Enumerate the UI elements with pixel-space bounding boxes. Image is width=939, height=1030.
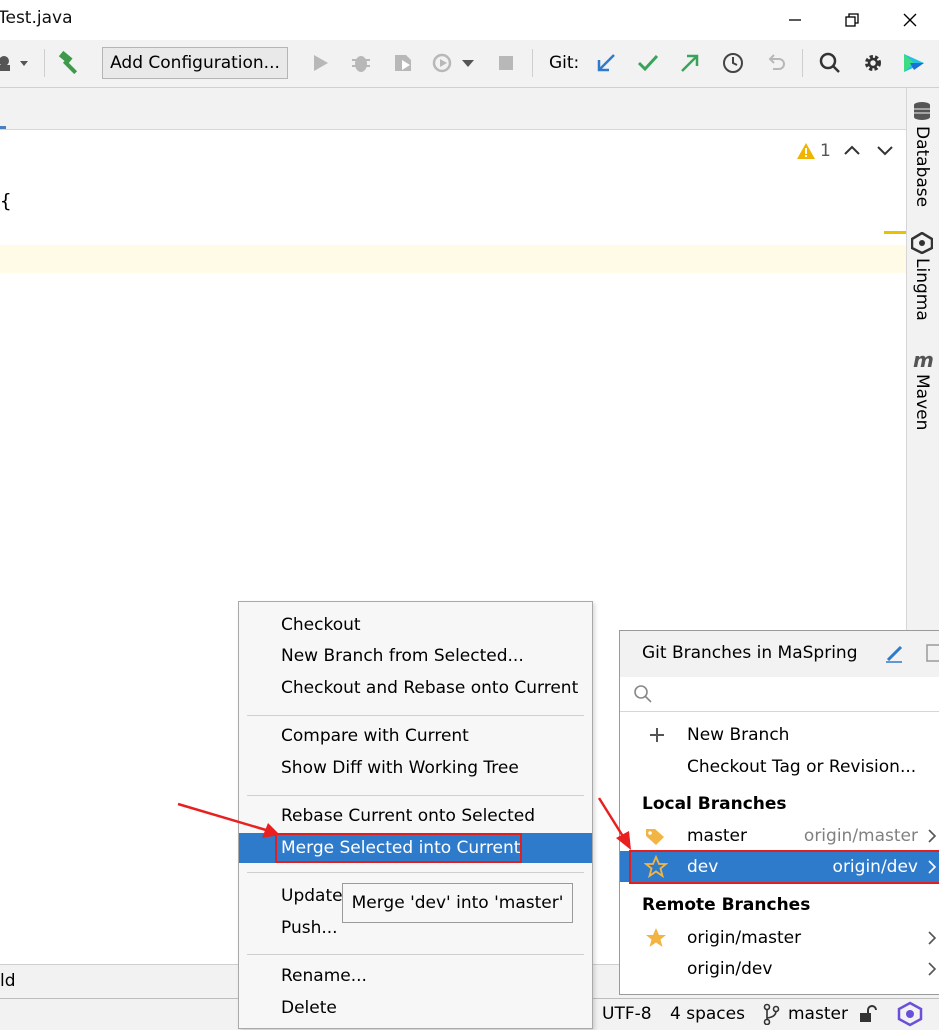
annotation-arrows <box>177 797 631 850</box>
